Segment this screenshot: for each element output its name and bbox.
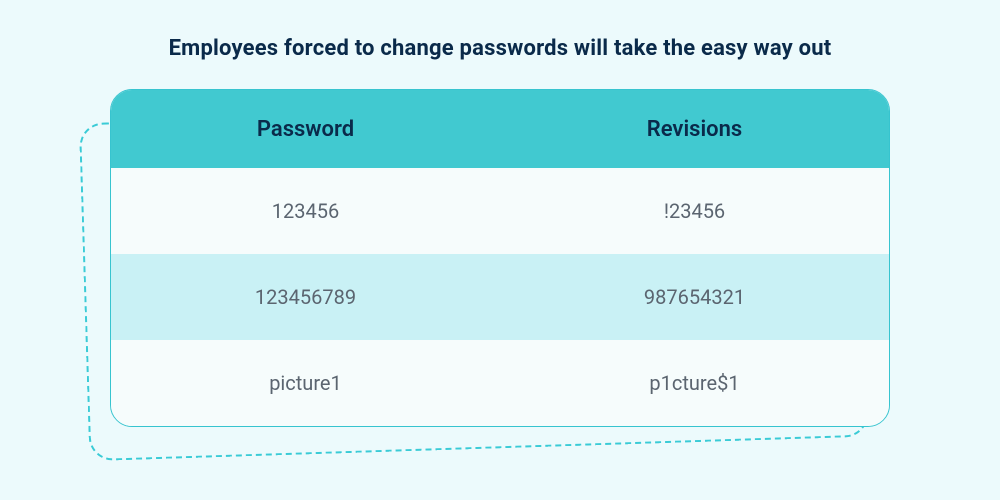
cell-password: 123456789: [111, 285, 500, 309]
table-container: Password Revisions 123456 !23456 1234567…: [110, 89, 890, 427]
table-row: picture1 p1cture$1: [111, 340, 889, 426]
cell-password: picture1: [111, 371, 500, 395]
cell-revision: p1cture$1: [500, 371, 889, 395]
table-row: 123456789 987654321: [111, 254, 889, 340]
col-header-password: Password: [111, 117, 500, 142]
table-row: 123456 !23456: [111, 168, 889, 254]
page-title: Employees forced to change passwords wil…: [0, 0, 1000, 89]
table-header-row: Password Revisions: [111, 90, 889, 168]
cell-revision: !23456: [500, 199, 889, 223]
col-header-revisions: Revisions: [500, 117, 889, 142]
cell-password: 123456: [111, 199, 500, 223]
password-table: Password Revisions 123456 !23456 1234567…: [110, 89, 890, 427]
cell-revision: 987654321: [500, 285, 889, 309]
